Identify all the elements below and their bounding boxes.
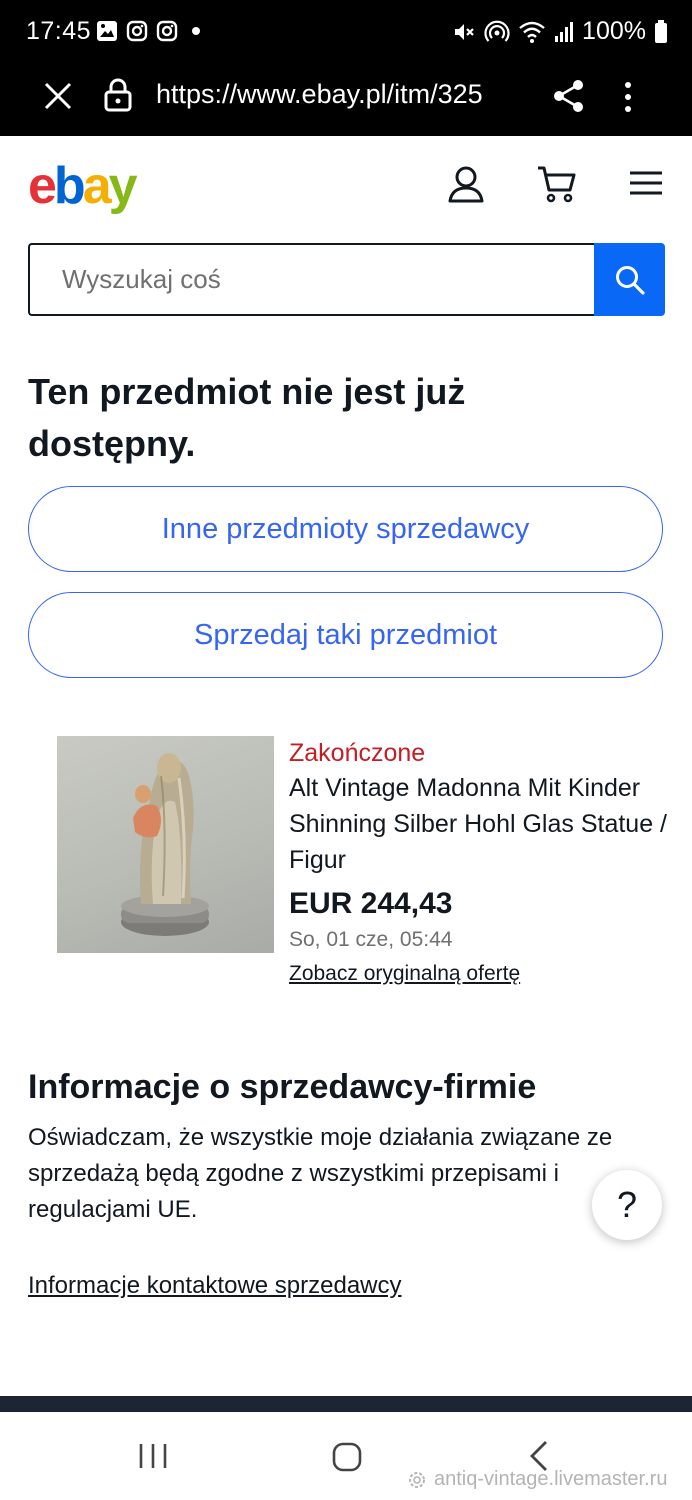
- page-title: Ten przedmiot nie jest już dostępny.: [28, 371, 466, 464]
- search-input[interactable]: [28, 243, 594, 316]
- watermark: antiq-vintage.livemaster.ru: [406, 1468, 667, 1491]
- status-time: 17:45: [26, 17, 92, 45]
- item-status-ended: Zakończone: [289, 739, 426, 767]
- more-notifications-dot: [192, 27, 200, 35]
- cart-icon[interactable]: [536, 164, 578, 204]
- signal-icon: [555, 21, 574, 42]
- sell-similar-item-button[interactable]: Sprzedaj taki przedmiot: [28, 592, 663, 678]
- seller-contact-link[interactable]: Informacje kontaktowe sprzedawcy: [28, 1272, 402, 1300]
- system-icons: 100%: [452, 17, 668, 46]
- item-end-date: So, 01 cze, 05:44: [289, 928, 453, 951]
- home-icon[interactable]: [332, 1442, 362, 1472]
- browser-url-bar: https://www.ebay.pl/itm/325: [0, 66, 692, 136]
- instagram-notification-icon-2: [156, 20, 178, 42]
- more-options-icon[interactable]: [622, 80, 634, 114]
- footer-strip: [0, 1396, 692, 1412]
- seller-info-heading: Informacje o sprzedawcy-firmie: [28, 1068, 537, 1106]
- seller-info-text: Oświadczam, że wszystkie moje działania …: [28, 1124, 613, 1223]
- view-original-listing-link[interactable]: Zobacz oryginalną ofertę: [289, 956, 520, 992]
- share-icon[interactable]: [552, 78, 586, 114]
- ebay-logo[interactable]: ebay: [28, 156, 138, 216]
- item-title[interactable]: Alt Vintage Madonna Mit Kinder Shinning …: [289, 770, 669, 878]
- watermark-text: antiq-vintage.livemaster.ru: [434, 1468, 668, 1490]
- status-bar: 17:45 100%: [0, 0, 692, 66]
- battery-icon: [655, 19, 667, 43]
- search-icon: [615, 265, 645, 295]
- system-navigation-bar: antiq-vintage.livemaster.ru: [0, 1412, 692, 1500]
- notification-icons: [96, 20, 200, 42]
- search-bar: [28, 243, 665, 316]
- instagram-notification-icon: [126, 20, 148, 42]
- hamburger-menu-icon[interactable]: [628, 170, 664, 196]
- site-header: ebay: [0, 136, 692, 236]
- lock-icon[interactable]: [104, 78, 132, 112]
- user-account-icon[interactable]: [446, 164, 486, 204]
- madonna-statue-image: [121, 753, 209, 936]
- wifi-icon: [519, 21, 545, 43]
- recent-apps-icon[interactable]: [138, 1442, 168, 1470]
- item-price: EUR 244,43: [289, 887, 453, 920]
- url-text[interactable]: https://www.ebay.pl/itm/325: [156, 79, 528, 110]
- mute-icon: [455, 23, 474, 40]
- gallery-notification-icon: [97, 21, 117, 41]
- item-details: Zakończone Alt Vintage Madonna Mit Kinde…: [289, 736, 669, 992]
- help-button[interactable]: ?: [592, 1170, 662, 1240]
- watermark-gear-icon: [409, 1471, 425, 1488]
- item-image[interactable]: [57, 736, 274, 953]
- search-button[interactable]: [594, 243, 665, 316]
- battery-level: 100%: [582, 17, 646, 45]
- seller-other-items-button[interactable]: Inne przedmioty sprzedawcy: [28, 486, 663, 572]
- hotspot-icon: [484, 20, 510, 42]
- close-tab-icon[interactable]: [42, 80, 74, 112]
